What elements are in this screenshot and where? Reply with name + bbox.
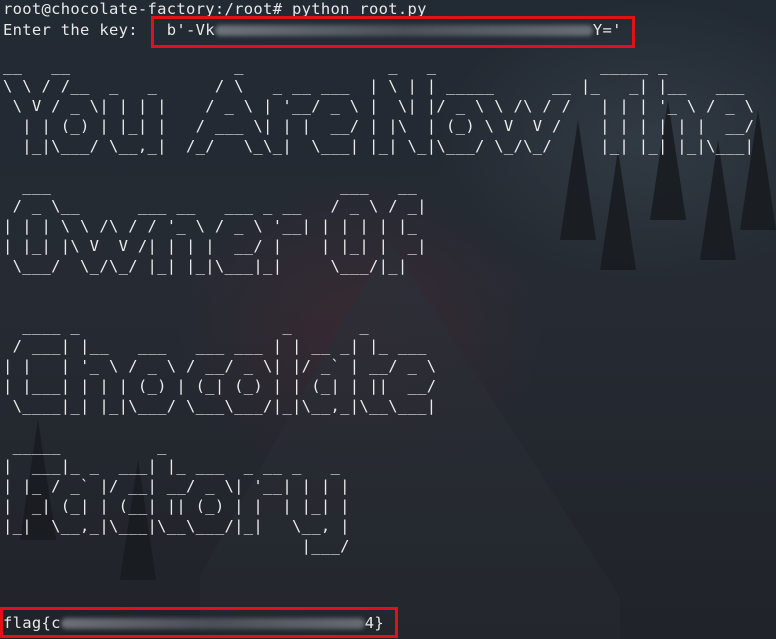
key-label: Enter the key:: [3, 21, 148, 39]
key-highlight-box: [151, 16, 635, 48]
flag-highlight-box: [0, 607, 398, 638]
ascii-banner: __ __ _ _ _ _____ _ \ \ / /__ _ _ / \ _ …: [3, 57, 755, 555]
terminal-window[interactable]: root@chocolate-factory:/root# python roo…: [0, 0, 776, 639]
